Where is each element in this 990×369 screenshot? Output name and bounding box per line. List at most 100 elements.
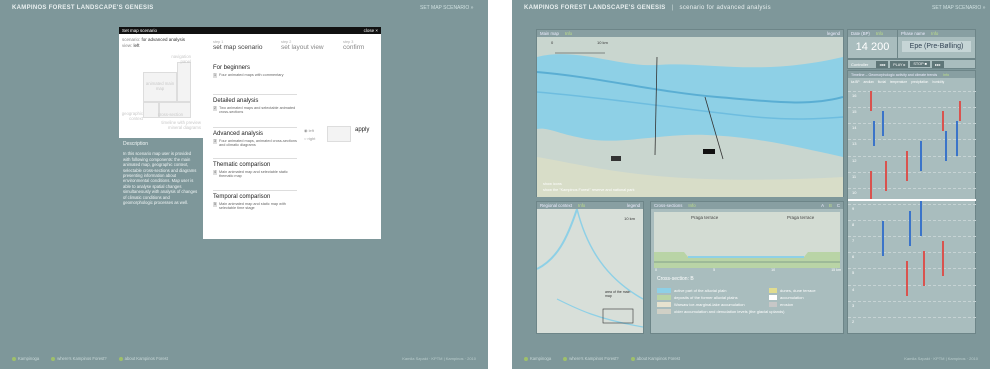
step-3[interactable]: step 3 confirm xyxy=(343,40,364,51)
dot-icon xyxy=(630,356,635,361)
scenario-option-advanced[interactable]: Advanced analysis 3 Four animated maps, a… xyxy=(213,127,297,148)
main-map-legend-link[interactable]: legend xyxy=(827,31,840,36)
description-title: Description xyxy=(123,141,149,147)
timeline-tick-label: 12 xyxy=(852,157,857,163)
step-1: step 1 set map scenario xyxy=(213,40,263,51)
footer-links: Kampinoga where's Kampinos Forest? about… xyxy=(12,356,168,361)
scenario-description: Description In this scenario map user is… xyxy=(119,138,203,246)
timeline-tick-label: 5 xyxy=(852,270,855,276)
main-map-window: Main map Info legend 0 10 km show icons sh… xyxy=(536,29,844,197)
xsec-info-link[interactable]: Info xyxy=(688,203,695,208)
scenario-option-beginners[interactable]: For beginners 1 Four animated maps with c… xyxy=(213,62,297,78)
scenario-label: scenario: xyxy=(122,37,141,42)
phase-window: Phase name Info Epe (Pre-Bølling) xyxy=(897,29,976,59)
main-map-scale-zero: 0 xyxy=(551,40,554,45)
scenario-option-temporal[interactable]: Temporal comparison 5 Main animated map a… xyxy=(213,190,297,211)
apply-button[interactable]: apply xyxy=(355,127,369,133)
timeline-row xyxy=(848,203,976,205)
dot-icon xyxy=(563,356,568,361)
main-map-info-link[interactable]: Info xyxy=(565,31,572,36)
regional-scale: 10 km xyxy=(624,216,635,221)
timeline-row xyxy=(848,300,976,302)
dialog-title-bar: Set map scenario close × xyxy=(119,27,381,34)
timeline-row xyxy=(848,91,976,92)
footer-link-r0[interactable]: Kampinoga xyxy=(524,356,551,361)
timeline-row xyxy=(848,268,976,270)
date-info-link[interactable]: Info xyxy=(876,31,883,36)
timeline-tick-label: 15 xyxy=(852,109,857,115)
timeline-activity-bar xyxy=(906,151,908,181)
timeline-activity-bar xyxy=(923,251,925,286)
timeline-activity-bar xyxy=(873,121,875,146)
controller-label: Controller xyxy=(851,61,869,67)
timeline-row xyxy=(848,171,976,173)
play-button[interactable]: PLAY ▸ xyxy=(890,60,909,68)
main-map-canvas[interactable] xyxy=(537,37,843,197)
dialog-preview-column: scenario: for advanced analysis view: le… xyxy=(119,34,203,246)
footer-link-r2[interactable]: about Kampinos Forest xyxy=(630,356,680,361)
radio-left[interactable]: ◉ left xyxy=(304,128,314,133)
radio-right[interactable]: ○ right xyxy=(304,136,315,141)
set-map-scenario-link-right[interactable]: SET MAP SCENARIO » xyxy=(932,5,985,11)
xsec-tab-b[interactable]: B xyxy=(829,203,832,208)
timeline-row xyxy=(848,187,976,189)
timeline-tick-label: 2 xyxy=(852,318,855,324)
dot-icon xyxy=(524,356,528,361)
xsec-tab-c[interactable]: C xyxy=(837,203,840,208)
regional-map-canvas[interactable] xyxy=(537,209,643,333)
timeline-tick-label: 14 xyxy=(852,125,857,131)
cross-section-profile xyxy=(654,212,840,268)
regional-info-link[interactable]: Info xyxy=(578,203,585,208)
date-window: Date (BP) Info 14 200 xyxy=(847,29,898,59)
section-marker xyxy=(611,156,621,161)
regional-legend-link[interactable]: legend xyxy=(627,203,640,208)
footer-link-0[interactable]: Kampinoga xyxy=(12,356,39,361)
timeline-row xyxy=(848,252,976,254)
timeline-activity-bar xyxy=(885,161,887,191)
timeline-activity-bar xyxy=(909,211,911,246)
rewind-button[interactable]: ◂◂◂ xyxy=(876,60,889,68)
timeline-row xyxy=(848,236,976,238)
app-title-right: KAMPINOS FOREST LANDSCAPE'S GENESIS | sc… xyxy=(524,5,771,11)
footer-link-1[interactable]: where's Kampinos Forest? xyxy=(51,356,107,361)
stop-button[interactable]: STOP ■ xyxy=(910,61,930,67)
xsec-label-left: Praga terrace xyxy=(691,215,719,220)
forward-button[interactable]: ▸▸▸ xyxy=(931,60,944,68)
timeline-row xyxy=(848,316,976,318)
phase-info-link[interactable]: Info xyxy=(931,31,938,36)
dialog-close-button[interactable]: close × xyxy=(364,28,378,33)
timeline-tick-label: 8 xyxy=(852,222,855,228)
timeline-tick-label: 7 xyxy=(852,238,855,244)
scenario-option-detailed[interactable]: Detailed analysis 2 Two animated maps and… xyxy=(213,94,297,115)
timeline-body[interactable]: 16 15 14 13 12 11 10 9 8 7 6 5 4 3 2 xyxy=(848,91,976,333)
phase-value: Epe (Pre-Bølling) xyxy=(902,41,971,52)
ghost-label-navigation: navigation panel xyxy=(171,54,191,64)
step-2[interactable]: step 2 set layout view xyxy=(281,40,324,51)
xsec-label-right: Praga terrace xyxy=(787,215,815,220)
scenario-option-thematic[interactable]: Thematic comparison 4 Main animated map a… xyxy=(213,158,297,179)
timeline-info-link[interactable]: Info xyxy=(943,73,949,77)
footer-link-r1[interactable]: where's Kampinos Forest? xyxy=(563,356,619,361)
show-icons-toggle[interactable]: show icons xyxy=(543,182,562,186)
show-reserve-toggle[interactable]: show the "Kampinos Forest" reserve and n… xyxy=(543,188,635,192)
set-map-scenario-dialog: Set map scenario close × scenario: for a… xyxy=(119,27,381,246)
timeline-cursor[interactable] xyxy=(848,199,976,201)
date-value: 14 200 xyxy=(855,41,890,53)
timeline-activity-bar xyxy=(920,201,922,236)
dot-icon xyxy=(12,356,16,361)
timeline-activity-bar xyxy=(942,111,944,131)
dialog-options-column: step 1 set map scenario step 2 set layout … xyxy=(209,34,381,239)
footer-link-2[interactable]: about Kampinos Forest xyxy=(118,356,168,361)
set-map-scenario-link[interactable]: SET MAP SCENARIO » xyxy=(420,5,473,11)
xsec-axis: 0 5 10 15 km xyxy=(655,268,841,272)
timeline-activity-bar xyxy=(882,221,884,256)
ghost-label-cross: cross-section xyxy=(157,112,183,117)
timeline-tick-label: 9 xyxy=(852,205,855,211)
timeline-window: Timeline – Geomorphologic activity and c… xyxy=(847,70,976,334)
ghost-label-geographic: geographic context xyxy=(121,111,143,121)
controller-bar: Controller ◂◂◂ PLAY ▸ STOP ■ ▸▸▸ xyxy=(847,59,976,69)
dot-icon xyxy=(118,356,123,361)
footer-links-right: Kampinoga where's Kampinos Forest? about… xyxy=(524,356,680,361)
xsec-tab-a[interactable]: A xyxy=(821,203,824,208)
left-screen: KAMPINOS FOREST LANDSCAPE'S GENESIS SET … xyxy=(0,0,488,369)
